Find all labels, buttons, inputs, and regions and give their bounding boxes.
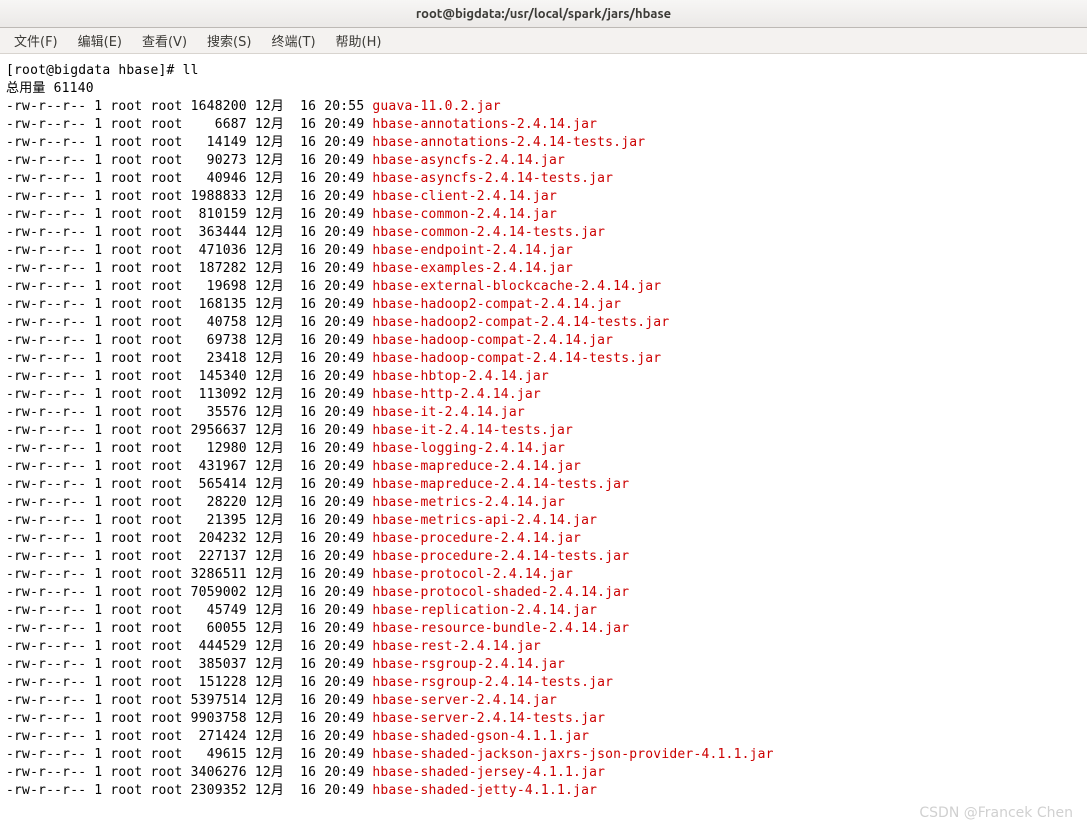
listing-row: -rw-r--r-- 1 root root 113092 12月 16 20:… [6, 386, 1081, 404]
listing-row: -rw-r--r-- 1 root root 565414 12月 16 20:… [6, 476, 1081, 494]
listing-row: -rw-r--r-- 1 root root 187282 12月 16 20:… [6, 260, 1081, 278]
file-name: hbase-annotations-2.4.14.jar [372, 117, 597, 132]
file-name: hbase-it-2.4.14.jar [372, 405, 525, 420]
file-name: hbase-rest-2.4.14.jar [372, 639, 541, 654]
file-name: hbase-hadoop2-compat-2.4.14-tests.jar [372, 315, 669, 330]
listing-row: -rw-r--r-- 1 root root 28220 12月 16 20:4… [6, 494, 1081, 512]
file-name: hbase-examples-2.4.14.jar [372, 261, 573, 276]
watermark: CSDN @Francek Chen [919, 805, 1073, 821]
terminal-area[interactable]: [root@bigdata hbase]# ll总用量 61140-rw-r--… [0, 54, 1087, 804]
file-name: hbase-rsgroup-2.4.14.jar [372, 657, 565, 672]
listing-row: -rw-r--r-- 1 root root 271424 12月 16 20:… [6, 728, 1081, 746]
listing-row: -rw-r--r-- 1 root root 204232 12月 16 20:… [6, 530, 1081, 548]
listing-row: -rw-r--r-- 1 root root 14149 12月 16 20:4… [6, 134, 1081, 152]
file-name: hbase-metrics-api-2.4.14.jar [372, 513, 597, 528]
file-name: hbase-protocol-shaded-2.4.14.jar [372, 585, 629, 600]
total-line: 总用量 61140 [6, 80, 1081, 98]
file-name: hbase-annotations-2.4.14-tests.jar [372, 135, 645, 150]
file-name: hbase-mapreduce-2.4.14.jar [372, 459, 581, 474]
listing-row: -rw-r--r-- 1 root root 145340 12月 16 20:… [6, 368, 1081, 386]
window-title: root@bigdata:/usr/local/spark/jars/hbase [416, 7, 671, 21]
listing-row: -rw-r--r-- 1 root root 810159 12月 16 20:… [6, 206, 1081, 224]
listing-row: -rw-r--r-- 1 root root 7059002 12月 16 20… [6, 584, 1081, 602]
listing-row: -rw-r--r-- 1 root root 6687 12月 16 20:49… [6, 116, 1081, 134]
listing-row: -rw-r--r-- 1 root root 35576 12月 16 20:4… [6, 404, 1081, 422]
menu-file[interactable]: 文件(F) [6, 28, 66, 53]
listing-row: -rw-r--r-- 1 root root 1988833 12月 16 20… [6, 188, 1081, 206]
file-name: hbase-rsgroup-2.4.14-tests.jar [372, 675, 613, 690]
listing-row: -rw-r--r-- 1 root root 444529 12月 16 20:… [6, 638, 1081, 656]
listing-row: -rw-r--r-- 1 root root 168135 12月 16 20:… [6, 296, 1081, 314]
file-name: hbase-resource-bundle-2.4.14.jar [372, 621, 629, 636]
file-name: hbase-metrics-2.4.14.jar [372, 495, 565, 510]
file-name: hbase-protocol-2.4.14.jar [372, 567, 573, 582]
menu-edit[interactable]: 编辑(E) [70, 28, 130, 53]
listing-row: -rw-r--r-- 1 root root 3406276 12月 16 20… [6, 764, 1081, 782]
listing-row: -rw-r--r-- 1 root root 21395 12月 16 20:4… [6, 512, 1081, 530]
file-name: hbase-hbtop-2.4.14.jar [372, 369, 549, 384]
listing-row: -rw-r--r-- 1 root root 363444 12月 16 20:… [6, 224, 1081, 242]
file-name: hbase-shaded-jetty-4.1.1.jar [372, 783, 597, 798]
listing-row: -rw-r--r-- 1 root root 2956637 12月 16 20… [6, 422, 1081, 440]
listing-row: -rw-r--r-- 1 root root 23418 12月 16 20:4… [6, 350, 1081, 368]
file-name: hbase-common-2.4.14-tests.jar [372, 225, 605, 240]
menu-search[interactable]: 搜索(S) [199, 28, 259, 53]
listing-row: -rw-r--r-- 1 root root 90273 12月 16 20:4… [6, 152, 1081, 170]
file-name: hbase-shaded-gson-4.1.1.jar [372, 729, 589, 744]
listing-row: -rw-r--r-- 1 root root 5397514 12月 16 20… [6, 692, 1081, 710]
listing-row: -rw-r--r-- 1 root root 431967 12月 16 20:… [6, 458, 1081, 476]
file-name: hbase-procedure-2.4.14-tests.jar [372, 549, 629, 564]
file-name: hbase-shaded-jackson-jaxrs-json-provider… [372, 747, 773, 762]
listing-row: -rw-r--r-- 1 root root 60055 12月 16 20:4… [6, 620, 1081, 638]
file-name: hbase-it-2.4.14-tests.jar [372, 423, 573, 438]
file-name: hbase-asyncfs-2.4.14.jar [372, 153, 565, 168]
file-name: hbase-hadoop-compat-2.4.14-tests.jar [372, 351, 661, 366]
file-name: hbase-hadoop2-compat-2.4.14.jar [372, 297, 621, 312]
listing-row: -rw-r--r-- 1 root root 151228 12月 16 20:… [6, 674, 1081, 692]
file-name: hbase-mapreduce-2.4.14-tests.jar [372, 477, 629, 492]
file-name: hbase-endpoint-2.4.14.jar [372, 243, 573, 258]
listing-row: -rw-r--r-- 1 root root 40946 12月 16 20:4… [6, 170, 1081, 188]
window-titlebar: root@bigdata:/usr/local/spark/jars/hbase [0, 0, 1087, 28]
file-name: hbase-logging-2.4.14.jar [372, 441, 565, 456]
listing-row: -rw-r--r-- 1 root root 40758 12月 16 20:4… [6, 314, 1081, 332]
listing-row: -rw-r--r-- 1 root root 9903758 12月 16 20… [6, 710, 1081, 728]
listing-row: -rw-r--r-- 1 root root 227137 12月 16 20:… [6, 548, 1081, 566]
listing-row: -rw-r--r-- 1 root root 1648200 12月 16 20… [6, 98, 1081, 116]
file-name: hbase-server-2.4.14-tests.jar [372, 711, 605, 726]
file-name: guava-11.0.2.jar [372, 99, 500, 114]
file-name: hbase-common-2.4.14.jar [372, 207, 557, 222]
file-name: hbase-external-blockcache-2.4.14.jar [372, 279, 661, 294]
file-name: hbase-client-2.4.14.jar [372, 189, 557, 204]
listing-row: -rw-r--r-- 1 root root 2309352 12月 16 20… [6, 782, 1081, 800]
menu-help[interactable]: 帮助(H) [328, 28, 390, 53]
listing-row: -rw-r--r-- 1 root root 69738 12月 16 20:4… [6, 332, 1081, 350]
file-name: hbase-hadoop-compat-2.4.14.jar [372, 333, 613, 348]
listing-row: -rw-r--r-- 1 root root 3286511 12月 16 20… [6, 566, 1081, 584]
listing-row: -rw-r--r-- 1 root root 12980 12月 16 20:4… [6, 440, 1081, 458]
file-name: hbase-http-2.4.14.jar [372, 387, 541, 402]
file-name: hbase-server-2.4.14.jar [372, 693, 557, 708]
listing-row: -rw-r--r-- 1 root root 49615 12月 16 20:4… [6, 746, 1081, 764]
menu-view[interactable]: 查看(V) [134, 28, 195, 53]
file-name: hbase-asyncfs-2.4.14-tests.jar [372, 171, 613, 186]
menu-terminal[interactable]: 终端(T) [263, 28, 323, 53]
file-name: hbase-replication-2.4.14.jar [372, 603, 597, 618]
menubar: 文件(F) 编辑(E) 查看(V) 搜索(S) 终端(T) 帮助(H) [0, 28, 1087, 54]
file-name: hbase-shaded-jersey-4.1.1.jar [372, 765, 605, 780]
listing-row: -rw-r--r-- 1 root root 385037 12月 16 20:… [6, 656, 1081, 674]
listing-row: -rw-r--r-- 1 root root 471036 12月 16 20:… [6, 242, 1081, 260]
prompt-line: [root@bigdata hbase]# ll [6, 62, 1081, 80]
listing-row: -rw-r--r-- 1 root root 19698 12月 16 20:4… [6, 278, 1081, 296]
listing-row: -rw-r--r-- 1 root root 45749 12月 16 20:4… [6, 602, 1081, 620]
file-name: hbase-procedure-2.4.14.jar [372, 531, 581, 546]
